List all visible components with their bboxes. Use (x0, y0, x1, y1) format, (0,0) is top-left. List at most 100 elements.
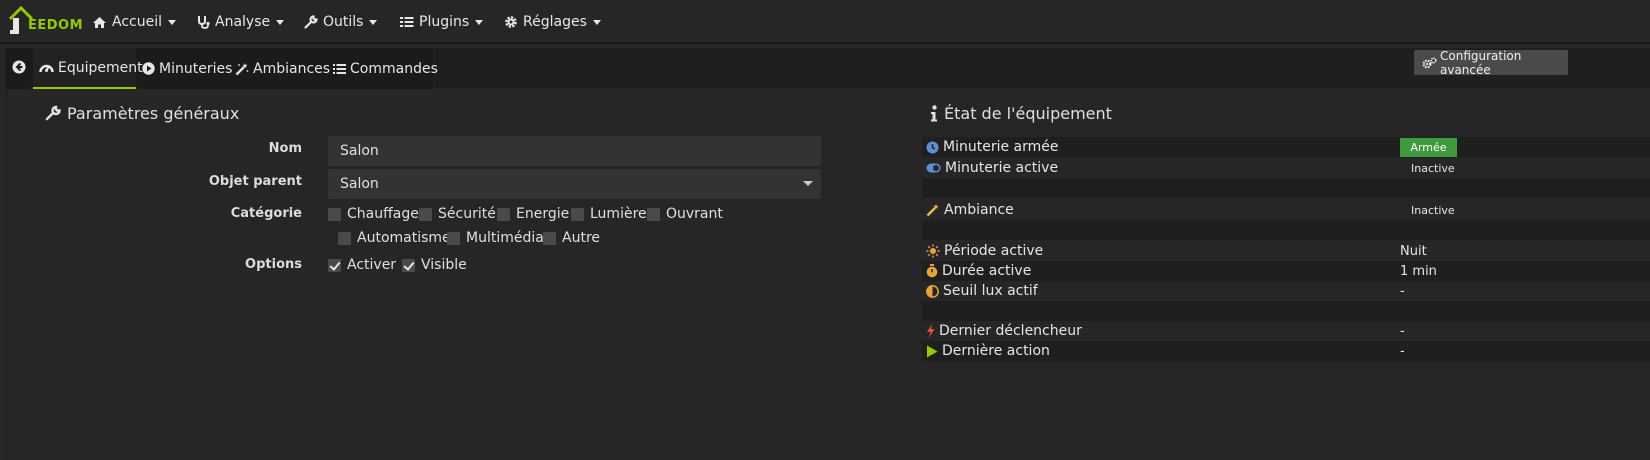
nav-reglages[interactable]: Réglages (504, 12, 601, 32)
state-row-minuterie-armee: Minuterie armée Armée (922, 137, 1650, 157)
category-securite-label: Sécurité (438, 206, 496, 222)
tab-equipement[interactable]: Equipement (33, 48, 143, 89)
bolt-icon (926, 324, 935, 338)
stopwatch-icon (926, 264, 938, 278)
category-label: Catégorie (230, 206, 302, 221)
home-icon (92, 16, 107, 29)
state-spacer (922, 178, 1650, 198)
tab-ambiances-label: Ambiances (253, 60, 331, 77)
tab-commandes-label: Commandes (350, 60, 438, 77)
jeedom-logo[interactable]: EEDOM (6, 2, 83, 38)
wrench-icon (45, 105, 61, 121)
tab-commandes[interactable]: Commandes (333, 48, 438, 89)
ambiance-value: Inactive (1411, 203, 1455, 217)
category-multimedia-checkbox[interactable]: Multimédia (447, 230, 544, 246)
tab-equipement-label: Equipement (58, 59, 143, 76)
category-automatisme-checkbox[interactable]: Automatisme (338, 230, 451, 246)
category-chauffage-checkbox[interactable]: Chauffage (328, 206, 419, 222)
category-lumiere-label: Lumière (590, 206, 647, 222)
equipment-state-title: État de l'équipement (930, 102, 1112, 124)
derniere-action-label: Dernière action (942, 343, 1050, 359)
chevron-down-icon (592, 19, 601, 25)
back-button[interactable] (6, 48, 32, 89)
option-visible-checkbox[interactable]: Visible (402, 257, 467, 273)
general-params-title-text: Paramètres généraux (67, 103, 240, 123)
parent-object-select[interactable]: Salon (328, 169, 821, 199)
caret-down-icon (803, 181, 813, 186)
minuterie-active-value: Inactive (1411, 161, 1455, 175)
state-row-derniere-action: Dernière action - (922, 341, 1650, 361)
state-row-seuil-lux: Seuil lux actif - (922, 281, 1650, 301)
name-input[interactable]: Salon (328, 136, 821, 166)
state-row-duree-active: Durée active 1 min (922, 261, 1650, 281)
clock-icon (926, 141, 939, 154)
option-visible-label: Visible (421, 257, 467, 273)
seuil-lux-value: - (1400, 283, 1405, 299)
periode-active-value: Nuit (1400, 243, 1427, 259)
category-multimedia-label: Multimédia (466, 230, 544, 246)
category-automatisme-label: Automatisme (357, 230, 451, 246)
nav-outils[interactable]: Outils (304, 12, 378, 32)
ambiance-label: Ambiance (944, 202, 1014, 218)
category-securite-checkbox[interactable]: Sécurité (419, 206, 496, 222)
chevron-down-icon (276, 19, 285, 25)
top-navbar: EEDOM Accueil Analyse Outils Plugins Rég (0, 0, 1650, 44)
magic-icon (926, 203, 940, 217)
logo-text: EEDOM (28, 18, 84, 33)
option-activer-checkbox[interactable]: Activer (328, 257, 396, 273)
advanced-config-label: Configuration avancée (1440, 48, 1522, 77)
category-lumiere-checkbox[interactable]: Lumière (571, 206, 647, 222)
stethoscope-icon (197, 15, 210, 29)
category-ouvrant-checkbox[interactable]: Ouvrant (647, 206, 723, 222)
play-icon (926, 345, 938, 358)
cog-icon (504, 15, 518, 29)
category-autre-checkbox[interactable]: Autre (543, 230, 600, 246)
nav-plugins[interactable]: Plugins (400, 12, 484, 32)
name-label: Nom (268, 141, 302, 156)
option-activer-label: Activer (347, 257, 397, 273)
advanced-config-button[interactable]: Configuration avancée (1414, 48, 1568, 77)
dernier-declencheur-label: Dernier déclencheur (939, 323, 1082, 339)
magic-icon (235, 62, 249, 76)
tab-minuteries[interactable]: Minuteries (142, 48, 232, 89)
toggle-on-icon (926, 163, 941, 173)
wrench-icon (304, 15, 318, 29)
minuterie-armee-label: Minuterie armée (943, 139, 1059, 155)
nav-reglages-label: Réglages (523, 14, 587, 30)
adjust-icon (926, 284, 939, 298)
category-energie-checkbox[interactable]: Energie (497, 206, 569, 222)
status-badge: Armée (1400, 138, 1457, 157)
chevron-down-icon (475, 19, 484, 25)
duree-active-value: 1 min (1400, 263, 1437, 279)
info-icon (930, 104, 938, 122)
cogs-icon (1422, 56, 1437, 69)
tab-ambiances[interactable]: Ambiances (235, 48, 330, 89)
list-icon (333, 63, 346, 75)
category-autre-label: Autre (562, 230, 601, 246)
chevron-down-icon (369, 19, 378, 25)
nav-accueil[interactable]: Accueil (92, 12, 176, 32)
derniere-action-value: - (1400, 343, 1405, 359)
general-params-title: Paramètres généraux (45, 102, 239, 124)
play-circle-icon (142, 62, 155, 75)
nav-analyse-label: Analyse (215, 14, 271, 30)
nav-plugins-label: Plugins (419, 14, 470, 30)
dernier-declencheur-value: - (1400, 323, 1405, 339)
nav-accueil-label: Accueil (112, 14, 162, 30)
state-row-dernier-declencheur: Dernier déclencheur - (922, 321, 1650, 341)
seuil-lux-label: Seuil lux actif (943, 283, 1038, 299)
parent-object-label: Objet parent (208, 174, 302, 189)
periode-active-label: Période active (944, 243, 1044, 259)
state-row-ambiance: Ambiance Inactive (922, 200, 1650, 220)
nav-analyse[interactable]: Analyse (197, 12, 285, 32)
category-ouvrant-label: Ouvrant (666, 206, 723, 222)
state-row-minuterie-active: Minuterie active Inactive (922, 158, 1650, 178)
panel-border (6, 89, 7, 460)
minuterie-active-label: Minuterie active (945, 160, 1059, 176)
state-row-periode-active: Période active Nuit (922, 241, 1650, 261)
chevron-down-icon (168, 19, 176, 25)
category-energie-label: Energie (516, 206, 570, 222)
name-input-value: Salon (340, 143, 379, 159)
state-spacer (922, 220, 1650, 240)
state-spacer (922, 301, 1650, 321)
